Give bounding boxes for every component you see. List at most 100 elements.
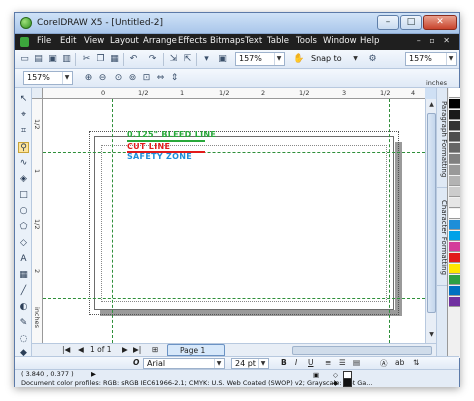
- scroll-down-icon[interactable]: ▼: [427, 331, 436, 340]
- smart-fill-tool-icon[interactable]: ◈: [18, 174, 29, 185]
- zoom-levels-combo[interactable]: 157% ▼: [23, 71, 73, 85]
- document-icon[interactable]: [20, 37, 29, 47]
- freehand-tool-icon[interactable]: ∿: [18, 158, 29, 169]
- maximize-button[interactable]: □: [400, 15, 422, 30]
- eyedropper-tool-icon[interactable]: ✎: [18, 318, 29, 329]
- color-swatch[interactable]: [449, 110, 460, 120]
- zoom-selected-icon[interactable]: ⊙: [113, 73, 124, 84]
- text-formatting-icon[interactable]: Ⓐ: [380, 358, 388, 369]
- table-tool-icon[interactable]: ▦: [18, 270, 29, 281]
- bullets-icon[interactable]: ☰: [339, 358, 346, 367]
- application-launcher-icon[interactable]: ▾: [201, 54, 212, 65]
- polygon-tool-icon[interactable]: ⬠: [18, 222, 29, 233]
- menu-table[interactable]: Table: [267, 36, 289, 46]
- color-swatch[interactable]: [449, 253, 460, 263]
- menu-window[interactable]: Window: [323, 36, 357, 46]
- color-swatch[interactable]: [449, 187, 460, 197]
- first-page-button[interactable]: |◀: [62, 345, 70, 354]
- zoom-tool-icon[interactable]: ⚲: [18, 142, 29, 153]
- font-size-list[interactable]: 24 pt ▼: [231, 358, 269, 369]
- color-swatch[interactable]: [449, 176, 460, 186]
- close-button[interactable]: ✕: [423, 15, 457, 30]
- pick-tool-icon[interactable]: ↖: [18, 94, 29, 105]
- color-swatch[interactable]: [449, 242, 460, 252]
- zoom-all-icon[interactable]: ⊚: [127, 73, 138, 84]
- chevron-down-icon[interactable]: ▼: [258, 359, 267, 368]
- options-icon[interactable]: ⚙: [367, 54, 378, 65]
- zoom-out-icon[interactable]: ⊖: [97, 73, 108, 84]
- chevron-down-icon[interactable]: ▼: [446, 53, 455, 65]
- chevron-down-icon[interactable]: ▼: [214, 359, 223, 368]
- import-icon[interactable]: ⇲: [168, 54, 179, 65]
- drawing-canvas[interactable]: 0.125" BLEED LINE CUT LINE SAFETY ZONE: [43, 99, 425, 343]
- color-profiles-text[interactable]: Document color profiles: RGB: sRGB IEC61…: [21, 379, 372, 387]
- cut-line-label[interactable]: CUT LINE: [127, 142, 170, 151]
- outline-tool-icon[interactable]: ◌: [18, 334, 29, 345]
- color-swatch[interactable]: [449, 99, 460, 109]
- previous-page-button[interactable]: ◀: [78, 345, 84, 354]
- menu-bitmaps[interactable]: Bitmaps: [210, 36, 245, 46]
- ruler-origin[interactable]: [32, 88, 43, 99]
- blend-tool-icon[interactable]: ◐: [18, 302, 29, 313]
- chevron-down-icon[interactable]: ▼: [62, 72, 71, 84]
- minimize-button[interactable]: –: [377, 15, 399, 30]
- right-zoom-combo[interactable]: 157% ▼: [405, 52, 457, 66]
- rectangle-tool-icon[interactable]: □: [18, 190, 29, 201]
- basic-shapes-tool-icon[interactable]: ◇: [18, 238, 29, 249]
- print-icon[interactable]: ▥: [61, 54, 72, 65]
- outline-color-swatch[interactable]: [343, 378, 352, 387]
- font-list[interactable]: Arial ▼: [143, 358, 225, 369]
- color-swatch[interactable]: [449, 297, 460, 307]
- menu-view[interactable]: View: [84, 36, 104, 46]
- hand-icon[interactable]: ✋: [293, 54, 304, 65]
- horizontal-scrollbar[interactable]: [292, 346, 432, 355]
- horizontal-ruler[interactable]: 0 1/2 1 1/2 2 1/2 3 1/2 4 inches: [43, 79, 447, 99]
- undo-icon[interactable]: ↶: [128, 54, 139, 65]
- color-swatch[interactable]: [449, 209, 460, 219]
- vertical-guideline[interactable]: [389, 99, 390, 343]
- menu-file[interactable]: File: [37, 36, 51, 46]
- connector-tool-icon[interactable]: ╱: [18, 286, 29, 297]
- text-direction-icon[interactable]: ⇅: [413, 358, 419, 367]
- drop-cap-icon[interactable]: ▤: [353, 358, 360, 367]
- color-swatch[interactable]: [449, 220, 460, 230]
- redo-icon[interactable]: ↷: [147, 54, 158, 65]
- chevron-down-icon[interactable]: ▼: [274, 53, 283, 65]
- zoom-height-icon[interactable]: ⇕: [169, 73, 180, 84]
- menu-effects[interactable]: Effects: [178, 36, 207, 46]
- zoom-combo[interactable]: 157% ▼: [235, 52, 285, 66]
- welcome-icon[interactable]: ▣: [217, 54, 228, 65]
- scroll-up-icon[interactable]: ▲: [427, 101, 436, 110]
- chevron-down-icon[interactable]: ▼: [351, 53, 360, 65]
- copy-icon[interactable]: ❐: [95, 54, 106, 65]
- color-swatch[interactable]: [449, 132, 460, 142]
- paste-icon[interactable]: ▦: [109, 54, 120, 65]
- italic-button[interactable]: I: [295, 358, 297, 367]
- open-icon[interactable]: ▤: [33, 54, 44, 65]
- bleed-line-label[interactable]: 0.125" BLEED LINE: [127, 130, 216, 139]
- status-expand-icon[interactable]: ▶: [91, 370, 96, 378]
- zoom-width-icon[interactable]: ⇔: [155, 73, 166, 84]
- color-swatch[interactable]: [449, 198, 460, 208]
- zoom-page-icon[interactable]: ⊡: [141, 73, 152, 84]
- menu-arrange[interactable]: Arrange: [143, 36, 177, 46]
- save-icon[interactable]: ▣: [47, 54, 58, 65]
- vertical-scrollbar[interactable]: ▲ ▼: [425, 99, 436, 343]
- cut-icon[interactable]: ✂: [81, 54, 92, 65]
- color-swatch[interactable]: [449, 231, 460, 241]
- new-icon[interactable]: ▭: [19, 54, 30, 65]
- color-swatch[interactable]: [449, 121, 460, 131]
- color-swatch[interactable]: [449, 264, 460, 274]
- color-swatch[interactable]: [449, 88, 460, 98]
- menu-help[interactable]: Help: [360, 36, 379, 46]
- menu-edit[interactable]: Edit: [60, 36, 76, 46]
- document-window-controls[interactable]: – ▫ ✕: [417, 36, 453, 45]
- snap-to-dropdown[interactable]: Snap to ▼: [307, 52, 362, 66]
- color-swatch[interactable]: [449, 275, 460, 285]
- add-page-icon[interactable]: ⊞: [152, 345, 158, 354]
- last-page-button[interactable]: ▶|: [133, 345, 141, 354]
- next-page-button[interactable]: ▶: [122, 345, 128, 354]
- vertical-guideline[interactable]: [112, 99, 113, 343]
- title-bar[interactable]: CorelDRAW X5 - [Untitled-2] – □ ✕: [15, 13, 459, 34]
- zoom-in-icon[interactable]: ⊕: [83, 73, 94, 84]
